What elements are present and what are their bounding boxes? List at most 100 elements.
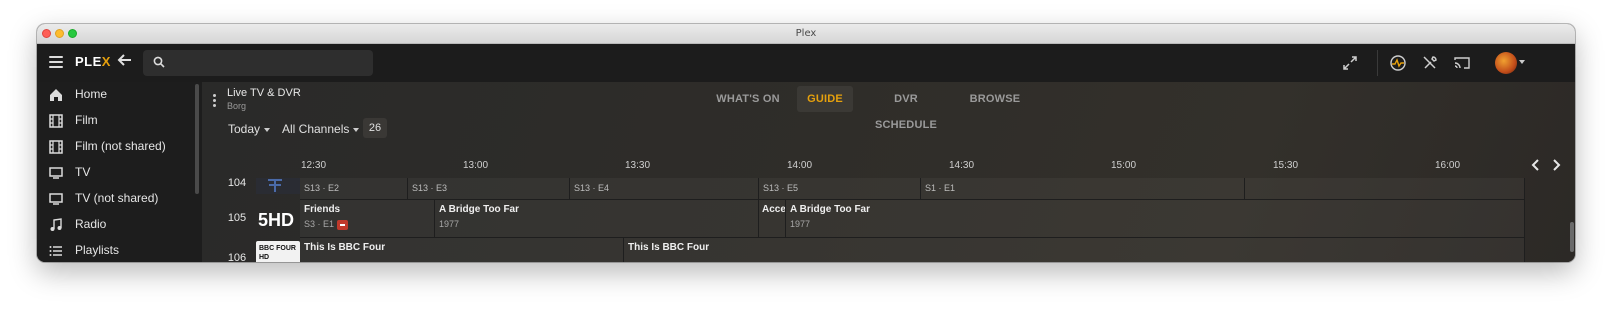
- program-episode: S3 · E1: [304, 219, 335, 229]
- toolbar-divider: [1377, 50, 1378, 76]
- program-subtitle: 1977: [439, 219, 460, 229]
- sidebar-item-label: Playlists: [75, 243, 120, 257]
- logo-text: PLEX: [75, 54, 111, 69]
- sidebar-item-film[interactable]: Film: [37, 108, 197, 134]
- tab-whats-on[interactable]: WHAT'S ON: [710, 86, 786, 112]
- time-ruler: 12:30 13:00 13:30 14:00 14:30 15:00 15:3…: [301, 160, 1501, 174]
- channel-logo[interactable]: [256, 178, 300, 194]
- program-cell[interactable]: S13 · E4: [570, 178, 759, 200]
- sidebar-item-home[interactable]: Home: [37, 82, 197, 108]
- window-title: Plex: [795, 28, 817, 39]
- program-cell[interactable]: S13 · E5: [759, 178, 921, 200]
- guide-row: 105 5HD Friends S3 · E1 A Bridge Too Far…: [220, 200, 1525, 238]
- program-title: Acces: [762, 204, 786, 215]
- program-cell[interactable]: This Is BBC Four: [624, 238, 1525, 262]
- tv-icon: [49, 193, 63, 205]
- channel-number: 104: [227, 178, 247, 189]
- time-label: 15:00: [1111, 160, 1137, 171]
- program-cell[interactable]: Friends S3 · E1: [300, 200, 435, 238]
- program-subtitle: S1 · E1: [925, 183, 956, 193]
- time-label: 12:30: [301, 160, 327, 171]
- time-label: 14:30: [949, 160, 975, 171]
- channel-number-text: 106: [227, 252, 247, 262]
- sidebar-item-label: Home: [75, 87, 108, 101]
- program-cell[interactable]: [1245, 178, 1525, 200]
- sidebar-scrollbar[interactable]: [195, 84, 199, 194]
- guide-scrollbar[interactable]: [1570, 222, 1574, 252]
- time-label: 15:30: [1273, 160, 1299, 171]
- program-title: This Is BBC Four: [628, 242, 710, 253]
- main-panel: Live TV & DVR Borg WHAT'S ON GUIDE DVR S…: [202, 82, 1575, 262]
- search-box[interactable]: [143, 50, 373, 76]
- settings-icon[interactable]: [1421, 54, 1439, 72]
- program-title: This Is BBC Four: [304, 242, 386, 253]
- chevron-right-icon[interactable]: [1552, 158, 1564, 172]
- tab-dvr-schedule[interactable]: DVR SCHEDULE: [862, 86, 950, 131]
- guide-row: 106 BBC FOUR HD This Is BBC Four This Is…: [220, 238, 1525, 262]
- day-filter-label: Today: [228, 122, 261, 136]
- program-guide: 104 S13 · E2 S13 · E3 S13 · E4 S13 · E5 …: [220, 178, 1525, 262]
- program-cell[interactable]: A Bridge Too Far 1977: [786, 200, 1525, 238]
- sidebar-item-label: Radio: [75, 217, 107, 231]
- channel-number: 105: [227, 212, 247, 224]
- chevron-down-icon[interactable]: [1519, 60, 1525, 64]
- sidebar-item-tv[interactable]: TV: [37, 160, 197, 186]
- program-cell[interactable]: Acces: [759, 200, 786, 238]
- record-icon: [337, 219, 349, 230]
- plex-logo[interactable]: PLEX: [75, 54, 111, 69]
- program-cell[interactable]: A Bridge Too Far 1977: [435, 200, 759, 238]
- sidebar-item-radio[interactable]: Radio: [37, 212, 197, 238]
- channel-logo-text: 5HD: [258, 210, 295, 230]
- activity-icon[interactable]: [1389, 54, 1407, 72]
- channel-number: 106: [220, 252, 254, 262]
- tab-guide[interactable]: GUIDE: [797, 86, 853, 112]
- app-window: Plex PLEX Home Film Film (not shared) TV…: [37, 24, 1575, 262]
- guide-row: 104 S13 · E2 S13 · E3 S13 · E4 S13 · E5 …: [220, 178, 1525, 200]
- program-subtitle: S13 · E4: [574, 183, 610, 193]
- fullscreen-icon[interactable]: [1341, 54, 1359, 72]
- program-cell[interactable]: This Is BBC Four: [300, 238, 624, 262]
- channel-logo[interactable]: BBC FOUR HD: [256, 241, 300, 262]
- search-input[interactable]: [171, 53, 366, 73]
- sidebar-item-label: TV: [75, 165, 91, 179]
- sidebar-item-playlists[interactable]: Playlists: [37, 238, 197, 262]
- sidebar-item-label: TV (not shared): [75, 191, 159, 205]
- playlist-icon: [49, 246, 62, 256]
- channel-logo[interactable]: 5HD: [256, 203, 300, 235]
- sidebar-item-film-not-shared[interactable]: Film (not shared): [37, 134, 197, 160]
- tab-browse[interactable]: BROWSE: [964, 86, 1026, 112]
- program-subtitle: 1977: [790, 219, 811, 229]
- sidebar-item-tv-not-shared[interactable]: TV (not shared): [37, 186, 197, 212]
- day-filter[interactable]: Today: [228, 122, 271, 136]
- channel-filter[interactable]: All Channels: [282, 122, 360, 136]
- chevron-down-icon: [264, 127, 271, 132]
- logo-accent: X: [101, 54, 111, 69]
- time-label: 13:00: [463, 160, 489, 171]
- back-arrow-icon[interactable]: [117, 52, 137, 72]
- channel-filter-label: All Channels: [282, 122, 350, 136]
- program-subtitle: S3 · E1: [304, 219, 349, 230]
- menu-icon[interactable]: [49, 56, 63, 68]
- program-subtitle: S13 · E5: [763, 183, 799, 193]
- chevron-down-icon: [353, 127, 360, 132]
- program-title: A Bridge Too Far: [439, 204, 519, 215]
- avatar[interactable]: [1495, 52, 1517, 74]
- program-subtitle: S13 · E3: [412, 183, 448, 193]
- time-label: 16:00: [1435, 160, 1461, 171]
- top-bar: PLEX: [37, 44, 1575, 82]
- program-title: Friends: [304, 204, 341, 215]
- sidebar: Home Film Film (not shared) TV TV (not s…: [37, 82, 202, 262]
- program-title: A Bridge Too Far: [790, 204, 870, 215]
- title-bar: Plex: [37, 24, 1575, 44]
- tv-icon: [49, 167, 63, 179]
- cast-icon[interactable]: [1453, 54, 1471, 72]
- sidebar-item-label: Film: [75, 113, 98, 127]
- program-cell[interactable]: S1 · E1: [921, 178, 1245, 200]
- program-cell[interactable]: S13 · E2: [300, 178, 408, 200]
- chevron-left-icon[interactable]: [1530, 158, 1542, 172]
- program-cell[interactable]: S13 · E3: [408, 178, 570, 200]
- home-icon: [50, 89, 62, 101]
- time-label: 13:30: [625, 160, 651, 171]
- film-icon: [49, 140, 63, 154]
- tab-bar: WHAT'S ON GUIDE DVR SCHEDULE BROWSE: [202, 86, 1575, 131]
